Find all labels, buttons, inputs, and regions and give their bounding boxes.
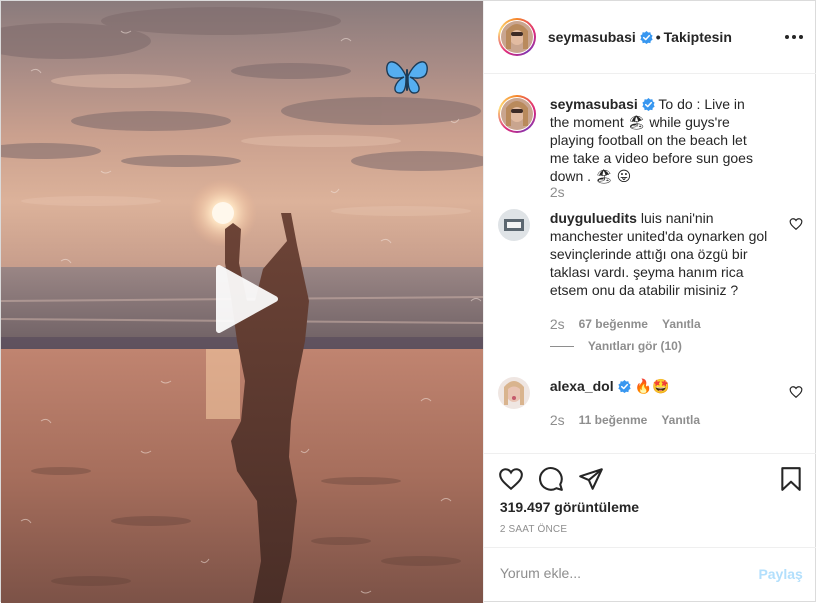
bookmark-icon[interactable]	[778, 466, 804, 492]
caption-time[interactable]: 2s	[550, 184, 565, 200]
caption-username[interactable]: seymasubasi	[550, 96, 638, 112]
caption-avatar[interactable]	[497, 95, 536, 133]
post-side-panel: seymasubasi • Takiptesin seymasubasi To …	[482, 1, 816, 603]
like-comment-heart-icon[interactable]	[789, 385, 803, 399]
comment-username[interactable]: alexa_dol	[550, 378, 614, 394]
post-video[interactable]	[1, 1, 483, 603]
view-count[interactable]: 319.497 görüntüleme	[500, 499, 639, 515]
author-username[interactable]: seymasubasi	[548, 29, 636, 45]
following-button[interactable]: Takiptesin	[664, 29, 732, 45]
comment-icon[interactable]	[538, 466, 564, 492]
comment-meta: 2s 11 beğenme Yanıtla	[550, 412, 700, 428]
instagram-post: seymasubasi • Takiptesin seymasubasi To …	[0, 0, 816, 603]
comment-meta: 2s 67 beğenme Yanıtla	[550, 316, 701, 332]
heart-icon[interactable]	[498, 466, 524, 492]
view-replies-label: Yanıtları gör (10)	[587, 339, 682, 353]
reply-button[interactable]: Yanıtla	[661, 413, 700, 427]
post-comment-button[interactable]: Paylaş	[758, 566, 802, 582]
verified-badge-icon	[640, 30, 653, 44]
comment-username[interactable]: duyguluedits	[550, 210, 637, 226]
profile-photo	[500, 21, 533, 53]
commenter-avatar[interactable]	[497, 377, 530, 409]
view-replies-button[interactable]: Yanıtları gör (10)	[549, 339, 682, 353]
more-options-icon[interactable]	[784, 29, 803, 45]
comment-likes[interactable]: 11 beğenme	[579, 413, 648, 427]
follow-separator: •	[655, 29, 661, 45]
like-comment-heart-icon[interactable]	[789, 217, 803, 231]
post-caption: seymasubasi To do : Live in the moment 🏖…	[497, 95, 803, 195]
comment-text: 🔥🤩	[634, 378, 670, 394]
caption-meta: 2s	[550, 184, 565, 200]
verified-badge-icon	[618, 380, 631, 393]
comments-section: seymasubasi To do : Live in the moment 🏖…	[484, 75, 816, 453]
avatar[interactable]	[497, 18, 536, 56]
commenter-avatar[interactable]	[497, 209, 530, 241]
reply-button[interactable]: Yanıtla	[662, 317, 701, 331]
post-header: seymasubasi • Takiptesin	[483, 1, 816, 74]
butterfly-sticker	[386, 61, 428, 94]
beach-emoji-icon: 🏖	[627, 114, 646, 130]
comment-item: alexa_dol 🔥🤩	[497, 377, 803, 417]
share-icon[interactable]	[578, 466, 604, 492]
play-button-icon[interactable]	[213, 264, 279, 334]
tongue-emoji-icon: 😛	[616, 168, 632, 184]
comment-item: duyguluedits luis nani'nin manchester un…	[497, 209, 803, 359]
comment-time[interactable]: 2s	[550, 412, 565, 428]
profile-photo	[500, 98, 533, 130]
add-comment-bar: Paylaş	[483, 547, 816, 603]
replies-divider	[549, 345, 574, 347]
post-actions: 319.497 görüntüleme 2 SAAT ÖNCE	[483, 453, 816, 547]
comment-input[interactable]	[499, 565, 740, 581]
post-timestamp[interactable]: 2 SAAT ÖNCE	[500, 524, 567, 535]
verified-badge-icon	[642, 98, 655, 111]
comment-likes[interactable]: 67 beğenme	[579, 317, 648, 331]
comment-time[interactable]: 2s	[550, 316, 565, 332]
beach-emoji-icon: 🏖	[594, 168, 613, 184]
